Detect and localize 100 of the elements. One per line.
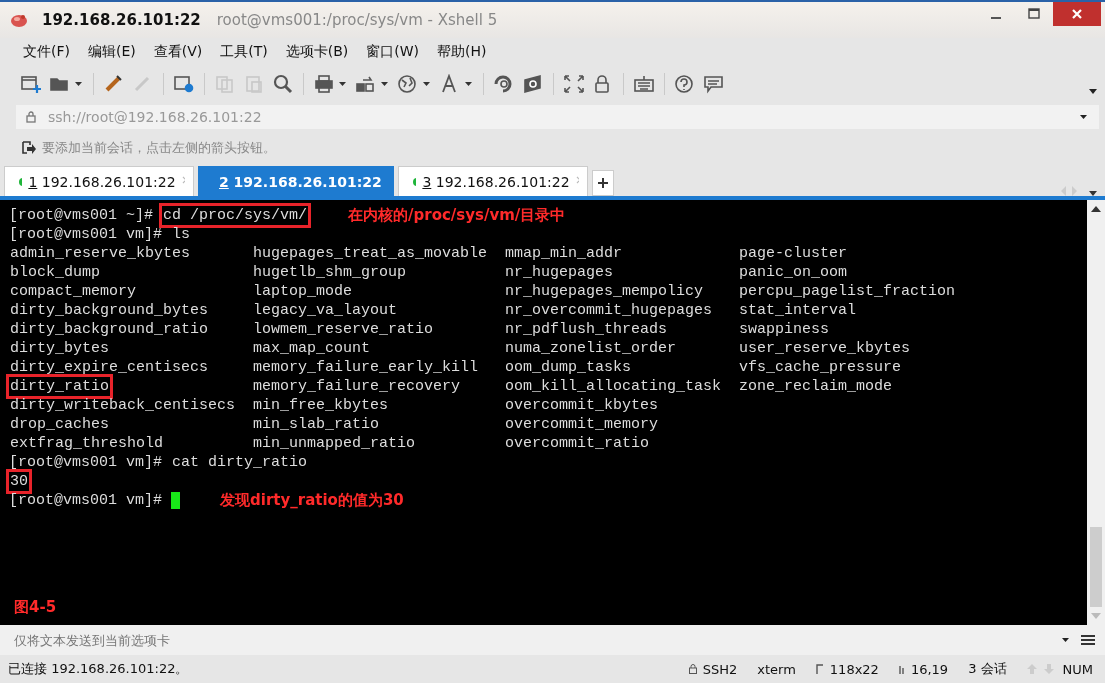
file-name: drop_caches: [9, 415, 111, 435]
caret-icon[interactable]: [1062, 638, 1069, 642]
session-tab[interactable]: 2 192.168.26.101:22: [198, 166, 394, 196]
file-name: nr_hugepages: [504, 263, 615, 283]
file-name: dirty_ratio: [6, 374, 114, 399]
send-bar[interactable]: 仅将文本发送到当前选项卡: [0, 625, 1105, 655]
menu-item[interactable]: 工具(T): [211, 41, 277, 63]
minimize-icon: [991, 17, 1001, 19]
file-name: min_slab_ratio: [252, 415, 381, 435]
file-name: min_free_kbytes: [252, 396, 390, 416]
close-button[interactable]: [1053, 2, 1101, 26]
globe-icon: [397, 74, 419, 94]
xftp2-icon: [522, 74, 544, 94]
scroll-up-icon[interactable]: [1091, 206, 1101, 212]
cursor-position-status: 16,19: [910, 661, 949, 677]
scroll-thumb[interactable]: [1090, 527, 1102, 607]
file-name: nr_overcommit_hugepages: [504, 301, 714, 321]
menu-icon[interactable]: [1081, 634, 1095, 646]
shell-prompt: [root@vms001 vm]#: [9, 453, 163, 472]
chat-icon: [703, 74, 725, 94]
menu-item[interactable]: 帮助(H): [428, 41, 496, 63]
scrollbar[interactable]: [1087, 200, 1105, 625]
menu-item[interactable]: 查看(V): [144, 41, 212, 63]
file-name: dirty_background_bytes: [9, 301, 210, 321]
shell-command: ls: [171, 225, 192, 245]
menu-item[interactable]: 窗口(W): [357, 41, 429, 63]
app-logo-icon: [10, 12, 28, 28]
connection-status: 已连接 192.168.26.101:22。: [8, 660, 189, 678]
file-name: mmap_min_addr: [504, 244, 624, 264]
file-name: max_map_count: [252, 339, 372, 359]
annotation-text: 发现dirty_ratio的值为30: [220, 491, 404, 510]
file-name: user_reserve_kbytes: [738, 339, 912, 359]
file-name: block_dump: [9, 263, 101, 283]
window-title: root@vms001:/proc/sys/vm - Xshell 5: [216, 11, 498, 29]
figure-label: 图4-5: [14, 598, 57, 617]
file-name: admin_reserve_kbytes: [9, 244, 192, 264]
file-name: lowmem_reserve_ratio: [252, 320, 435, 340]
plus-icon: [598, 178, 608, 188]
new-tab-button[interactable]: [592, 170, 614, 196]
file-name: dirty_background_ratio: [9, 320, 210, 340]
menu-item[interactable]: 编辑(E): [79, 41, 145, 63]
find-icon: [272, 74, 294, 94]
keyboard-icon: [633, 74, 655, 94]
file-name: percpu_pagelist_fraction: [738, 282, 957, 302]
terminal-type-status: xterm: [757, 661, 796, 677]
paste-icon: [243, 74, 265, 94]
menu-item[interactable]: 文件(F): [14, 41, 79, 63]
file-name: nr_hugepages_mempolicy: [504, 282, 705, 302]
file-name: panic_on_oom: [738, 263, 849, 283]
fullscreen-icon: [563, 74, 585, 94]
file-name: swappiness: [738, 320, 830, 340]
caret-icon[interactable]: [1089, 191, 1097, 196]
print-icon: [313, 74, 335, 94]
session-tab[interactable]: 1 192.168.26.101:22: [4, 166, 194, 196]
shell-prompt: [root@vms001 vm]#: [9, 491, 163, 510]
file-name: min_unmapped_ratio: [252, 434, 417, 454]
file-name: nr_pdflush_threads: [504, 320, 669, 340]
file-name: dirty_bytes: [9, 339, 111, 359]
file-name: oom_dump_tasks: [504, 358, 633, 378]
terminal-size-status: 118x22: [829, 661, 879, 677]
tab-label: 1 192.168.26.101:22: [28, 173, 176, 190]
transfer-icon: [355, 74, 377, 94]
file-name: dirty_writeback_centisecs: [9, 396, 237, 416]
file-name: oom_kill_allocating_task: [504, 377, 723, 397]
copy-icon: [214, 74, 236, 94]
caret-icon[interactable]: [423, 82, 430, 86]
fullscreen-button[interactable]: [561, 72, 587, 96]
caret-icon[interactable]: [381, 82, 388, 86]
shell-prompt: [root@vms001 ~]#: [9, 206, 154, 225]
new-icon: [20, 74, 42, 94]
file-name: zone_reclaim_mode: [738, 377, 894, 397]
caret-icon[interactable]: [1080, 115, 1087, 119]
session-tab[interactable]: 3 192.168.26.101:22: [398, 166, 588, 196]
num-lock-status: NUM: [1062, 661, 1093, 677]
window-host: 192.168.26.101:22: [42, 11, 201, 29]
file-name: page-cluster: [738, 244, 849, 264]
caret-icon[interactable]: [75, 82, 82, 86]
send-text-field[interactable]: 仅将文本发送到当前选项卡: [12, 631, 1062, 649]
annotation-text: 在内核的/proc/sys/vm/目录中: [348, 206, 566, 225]
file-name: stat_interval: [738, 301, 858, 321]
maximize-icon: [1028, 8, 1040, 20]
caret-icon[interactable]: [339, 82, 346, 86]
size-icon: [815, 664, 824, 674]
help-icon: [674, 74, 696, 94]
caret-icon[interactable]: [1089, 88, 1097, 94]
lock-icon: [688, 664, 697, 674]
file-name: overcommit_kbytes: [504, 396, 660, 416]
file-name: overcommit_memory: [504, 415, 660, 435]
session-count-status: 3 会话: [968, 660, 1007, 678]
properties-icon: [173, 74, 195, 94]
tab-label: 2 192.168.26.101:22: [219, 173, 382, 190]
lock-icon: [26, 111, 36, 123]
file-name: compact_memory: [9, 282, 138, 302]
file-name: vfs_cache_pressure: [738, 358, 903, 378]
tab-label: 3 192.168.26.101:22: [422, 173, 570, 190]
cursor-position-icon: [898, 664, 905, 674]
file-name: legacy_va_layout: [252, 301, 399, 321]
caret-icon[interactable]: [465, 82, 472, 86]
add-session-arrow-icon[interactable]: [22, 141, 36, 155]
menu-item[interactable]: 选项卡(B): [276, 41, 358, 63]
